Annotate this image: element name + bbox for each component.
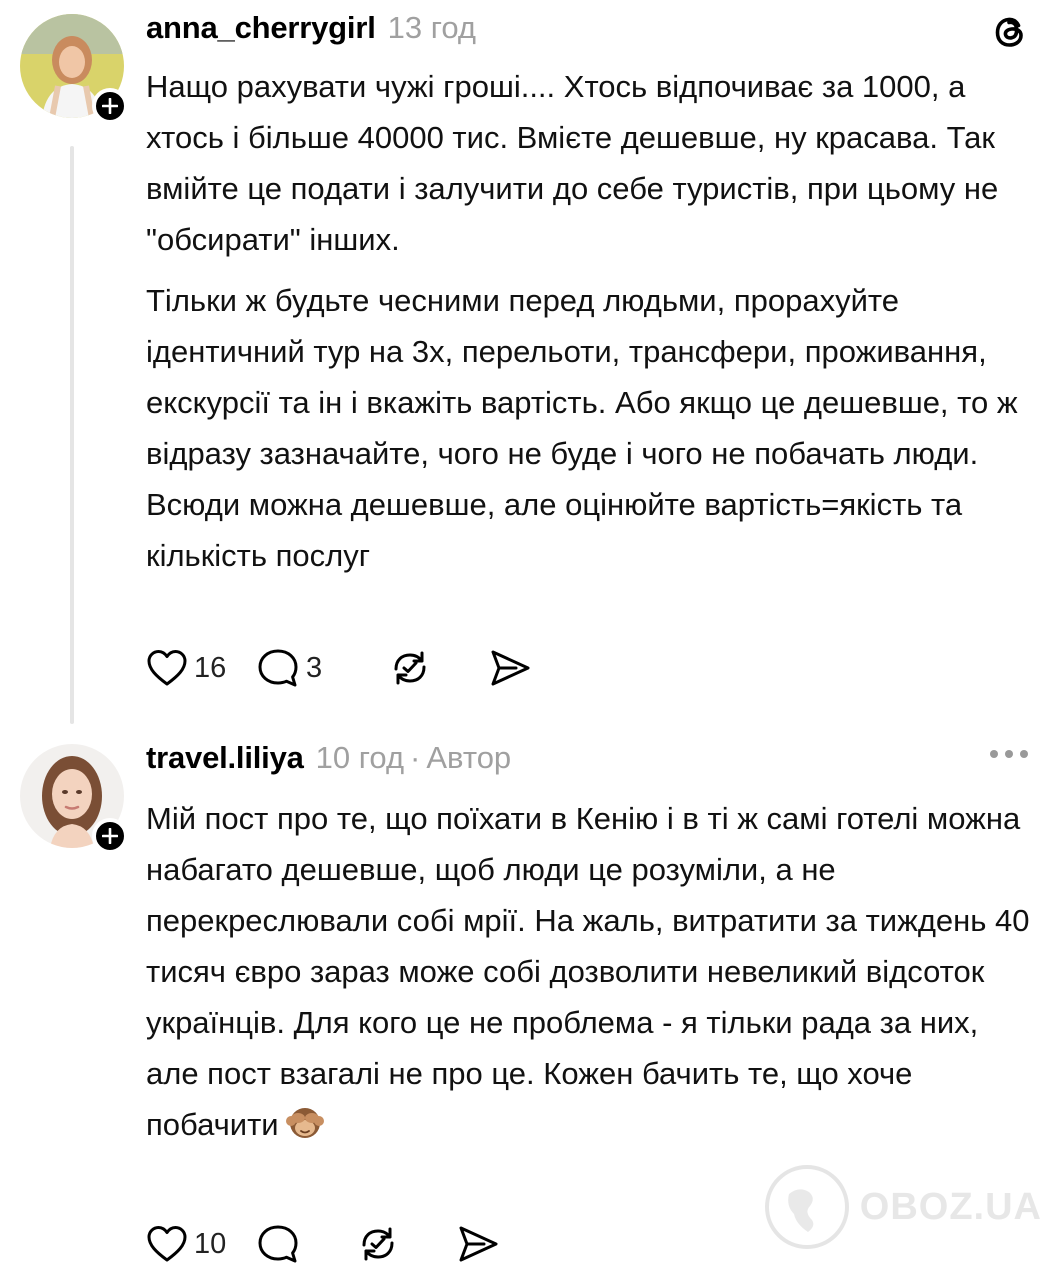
post-paragraph: Тільки ж будьте чесними перед людьми, пр… xyxy=(146,283,1018,573)
post-body: Мій пост про те, що поїхати в Кенію і в … xyxy=(146,793,1036,1156)
see-no-evil-monkey-emoji xyxy=(285,1101,325,1156)
more-dots-icon[interactable] xyxy=(988,748,1030,760)
thread-connector-line xyxy=(70,146,74,724)
repost-button[interactable] xyxy=(388,646,488,690)
author-badge: Автор xyxy=(426,740,512,775)
reply-button[interactable]: 3 xyxy=(256,646,388,690)
action-bar: 10 xyxy=(146,1222,500,1266)
globe-icon xyxy=(764,1165,849,1249)
share-button[interactable] xyxy=(456,1222,500,1266)
post-paragraph: Мій пост про те, що поїхати в Кенію і в … xyxy=(146,793,1036,1156)
post-header: anna_cherrygirl 13 год xyxy=(146,10,476,46)
follow-button[interactable] xyxy=(92,88,128,124)
comment-icon xyxy=(258,1225,298,1263)
heart-icon xyxy=(147,650,187,686)
repost-icon xyxy=(394,651,426,685)
oboz-watermark: OBOZ.UA xyxy=(764,1164,1042,1250)
post-meta: 10 год · Автор xyxy=(316,740,512,776)
username[interactable]: anna_cherrygirl xyxy=(146,10,376,46)
like-count: 10 xyxy=(194,1227,227,1260)
share-icon xyxy=(491,650,530,686)
post-paragraph: Нащо рахувати чужі гроші.... Хтось відпо… xyxy=(146,69,999,257)
comment-icon xyxy=(258,649,298,687)
post-header: travel.liliya 10 год · Автор xyxy=(146,740,511,776)
thread-post-anna: anna_cherrygirl 13 год Нащо рахувати чуж… xyxy=(0,0,1060,724)
follow-button[interactable] xyxy=(92,818,128,854)
plus-icon xyxy=(102,828,118,844)
timestamp: 13 год xyxy=(387,10,476,45)
repost-icon xyxy=(362,1227,394,1261)
username[interactable]: travel.liliya xyxy=(146,740,304,776)
repost-button[interactable] xyxy=(356,1222,456,1266)
reply-count: 3 xyxy=(306,651,323,684)
timestamp: 10 год xyxy=(315,740,405,775)
watermark-text: OBOZ.UA xyxy=(859,1185,1042,1228)
like-button[interactable]: 10 xyxy=(146,1222,256,1266)
threads-logo-icon[interactable] xyxy=(990,12,1030,52)
reply-button[interactable] xyxy=(256,1222,356,1266)
post-body: Нащо рахувати чужі гроші.... Хтось відпо… xyxy=(146,61,1036,581)
action-bar: 16 3 xyxy=(146,646,532,690)
heart-icon xyxy=(147,1226,187,1262)
like-button[interactable]: 16 xyxy=(146,646,256,690)
plus-icon xyxy=(102,98,118,114)
post-text: Мій пост про те, що поїхати в Кенію і в … xyxy=(146,801,1030,1142)
share-button[interactable] xyxy=(488,646,532,690)
like-count: 16 xyxy=(194,651,227,684)
meta-separator: · xyxy=(410,740,421,775)
share-icon xyxy=(459,1226,498,1262)
